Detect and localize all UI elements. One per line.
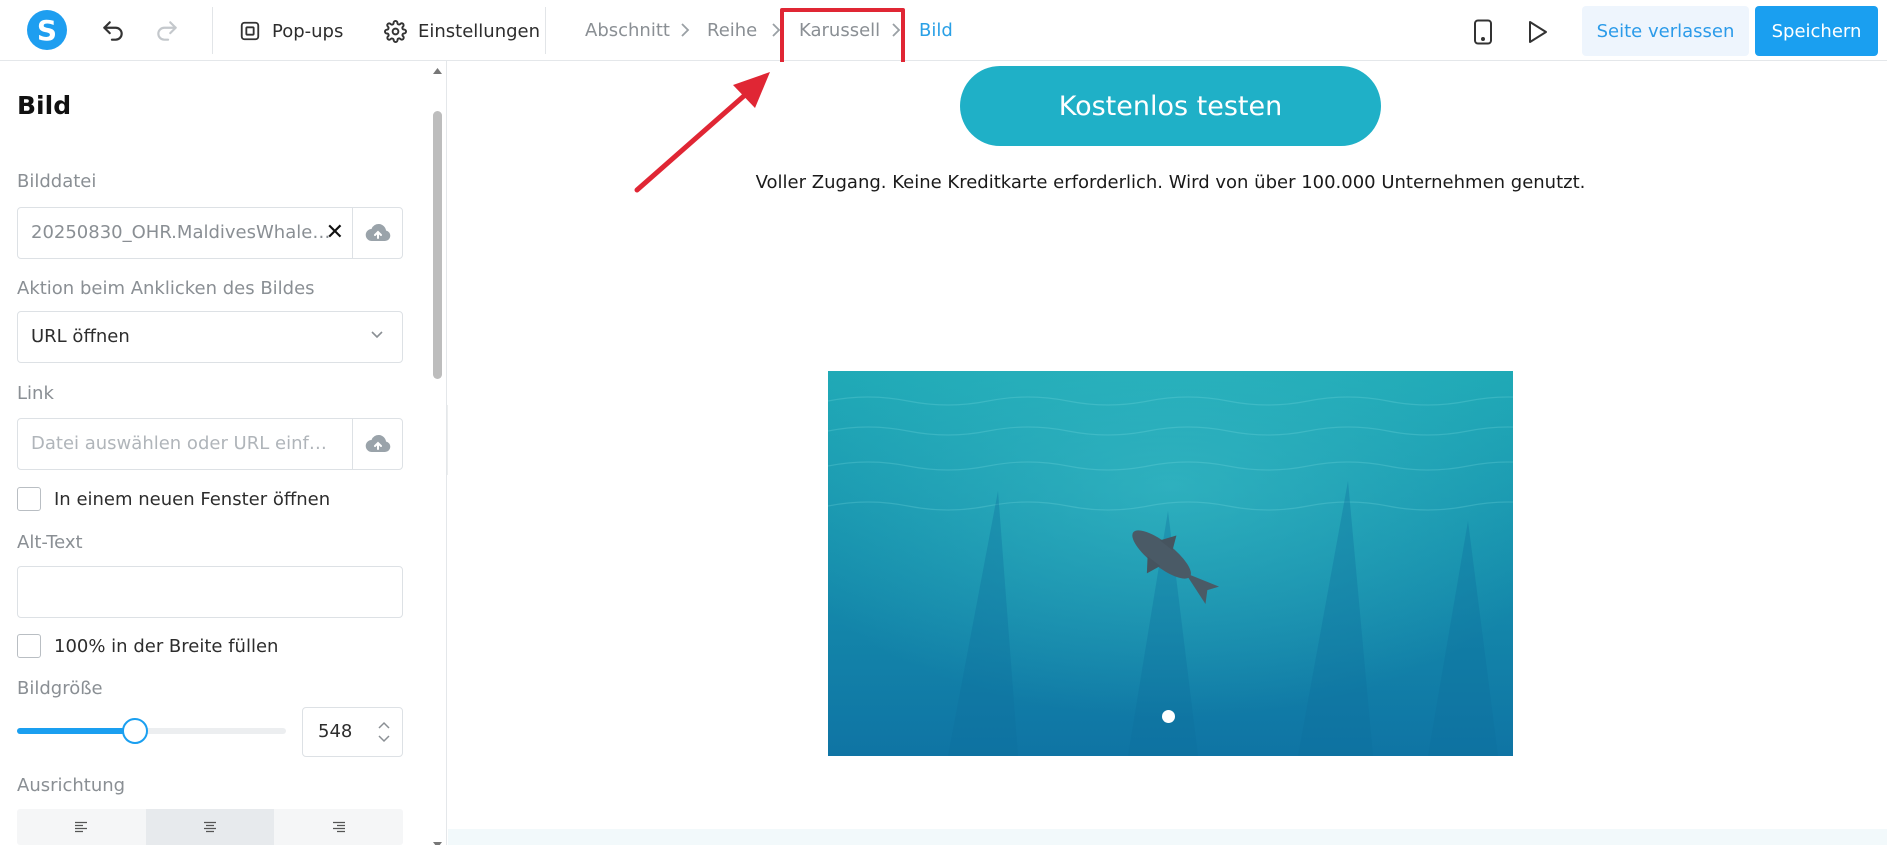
align-right-button[interactable] bbox=[274, 809, 403, 845]
popups-button[interactable]: Pop-ups bbox=[239, 16, 343, 46]
image-file-value: 20250830_OHR.MaldivesWhaleS... bbox=[31, 222, 331, 243]
breadcrumb-abschnitt[interactable]: Abschnitt bbox=[585, 20, 670, 41]
breadcrumb-reihe[interactable]: Reihe bbox=[707, 20, 757, 41]
play-preview-icon[interactable] bbox=[1524, 18, 1550, 46]
scroll-down-icon[interactable] bbox=[432, 841, 443, 845]
slider-handle[interactable] bbox=[122, 718, 149, 744]
upload-button[interactable] bbox=[352, 208, 402, 258]
link-field[interactable]: Datei auswählen oder URL einfü... bbox=[17, 418, 403, 470]
new-window-label: In einem neuen Fenster öffnen bbox=[54, 488, 331, 510]
chevron-right-icon bbox=[892, 23, 901, 37]
chevron-down-icon bbox=[371, 331, 383, 339]
app-logo[interactable]: S bbox=[27, 10, 67, 50]
gear-icon bbox=[384, 19, 407, 43]
click-action-value: URL öffnen bbox=[31, 326, 130, 347]
cloud-upload-icon bbox=[365, 435, 390, 453]
upload-button[interactable] bbox=[352, 419, 402, 469]
cloud-upload-icon bbox=[365, 224, 390, 242]
image-size-slider[interactable] bbox=[17, 718, 286, 744]
align-center-icon bbox=[204, 821, 216, 833]
properties-sidebar: Bild Bilddatei 20250830_OHR.MaldivesWhal… bbox=[0, 61, 447, 845]
link-input[interactable]: Datei auswählen oder URL einfü... bbox=[31, 433, 331, 454]
align-center-button[interactable] bbox=[145, 809, 275, 845]
scroll-thumb[interactable] bbox=[433, 111, 442, 379]
settings-button[interactable]: Einstellungen bbox=[384, 16, 540, 46]
page-canvas: Kostenlos testen Voller Zugang. Keine Kr… bbox=[448, 62, 1887, 845]
save-button[interactable]: Speichern bbox=[1755, 6, 1878, 56]
click-action-label: Aktion beim Anklicken des Bildes bbox=[17, 278, 315, 299]
panel-title: Bild bbox=[17, 91, 72, 120]
settings-label: Einstellungen bbox=[418, 20, 541, 42]
alignment-toggle bbox=[17, 809, 403, 845]
image-size-input[interactable]: 548 bbox=[302, 707, 403, 757]
image-file-field[interactable]: 20250830_OHR.MaldivesWhaleS... ✕ bbox=[17, 207, 403, 259]
breadcrumb-karussell[interactable]: Karussell bbox=[799, 20, 880, 41]
cta-button[interactable]: Kostenlos testen bbox=[960, 66, 1381, 146]
toolbar-divider bbox=[545, 7, 546, 54]
carousel-image[interactable] bbox=[828, 371, 1513, 756]
whale-shark-image bbox=[828, 371, 1513, 756]
mobile-preview-icon[interactable] bbox=[1470, 18, 1496, 46]
stepper-icon[interactable] bbox=[376, 718, 392, 746]
new-window-checkbox[interactable]: In einem neuen Fenster öffnen bbox=[17, 487, 330, 511]
full-width-checkbox[interactable]: 100% in der Breite füllen bbox=[17, 634, 278, 658]
full-width-label: 100% in der Breite füllen bbox=[54, 635, 279, 657]
undo-icon[interactable] bbox=[98, 16, 128, 46]
scroll-up-icon[interactable] bbox=[432, 67, 443, 75]
redo-icon[interactable] bbox=[152, 16, 182, 46]
link-label: Link bbox=[17, 383, 54, 404]
image-size-label: Bildgröße bbox=[17, 678, 103, 699]
sidebar-scrollbar[interactable] bbox=[432, 65, 443, 845]
click-action-select[interactable]: URL öffnen bbox=[17, 311, 403, 363]
cta-subtext: Voller Zugang. Keine Kreditkarte erforde… bbox=[755, 172, 1586, 193]
alt-text-label: Alt-Text bbox=[17, 532, 83, 553]
breadcrumb-bild[interactable]: Bild bbox=[919, 20, 953, 41]
popup-icon bbox=[240, 21, 260, 41]
checkbox-box[interactable] bbox=[17, 634, 41, 658]
align-left-button[interactable] bbox=[17, 809, 146, 845]
next-section-edge bbox=[448, 829, 1887, 845]
alignment-label: Ausrichtung bbox=[17, 775, 126, 796]
image-file-label: Bilddatei bbox=[17, 171, 97, 192]
chevron-right-icon bbox=[681, 23, 690, 37]
checkbox-box[interactable] bbox=[17, 487, 41, 511]
top-toolbar: S Pop-ups Einstellungen Abschnitt Reihe … bbox=[0, 0, 1887, 68]
close-icon[interactable]: ✕ bbox=[326, 220, 344, 245]
chevron-right-icon bbox=[772, 23, 781, 37]
toolbar-divider bbox=[212, 7, 213, 54]
leave-page-button[interactable]: Seite verlassen bbox=[1582, 6, 1749, 56]
align-left-icon bbox=[75, 821, 88, 833]
popups-label: Pop-ups bbox=[272, 20, 344, 42]
slider-fill bbox=[17, 728, 136, 734]
carousel-dot[interactable] bbox=[1162, 710, 1175, 723]
align-right-icon bbox=[332, 821, 345, 833]
image-size-value: 548 bbox=[318, 721, 353, 742]
alt-text-field[interactable] bbox=[17, 566, 403, 618]
